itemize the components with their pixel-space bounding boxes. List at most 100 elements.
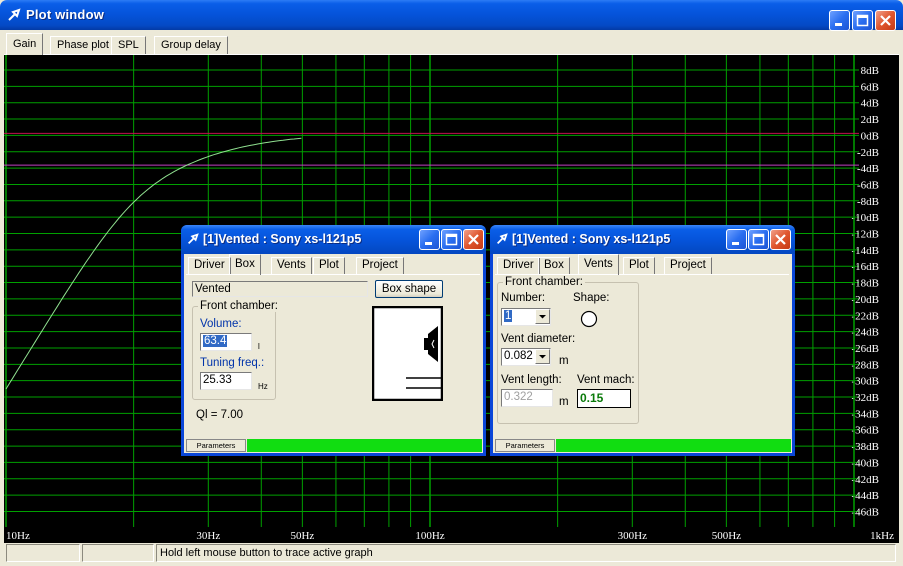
tab-driver[interactable]: Driver [188, 257, 231, 274]
status-panel-2 [82, 544, 154, 562]
y-tick-label: -38dB [852, 441, 880, 453]
y-tick-label: 0dB [861, 130, 879, 142]
vent-mach-label: Vent mach: [577, 374, 635, 386]
y-tick-label: -24dB [852, 327, 880, 339]
box-dialog-title: [1]Vented : Sony xs-l121p5 [203, 232, 362, 246]
tab-vents[interactable]: Vents [271, 257, 312, 274]
x-tick-label: 100Hz [415, 530, 444, 542]
y-tick-label: 8dB [861, 65, 879, 77]
vents-dialog-body: Driver Box Vents Plot Project Front cham… [493, 254, 792, 453]
close-icon [880, 15, 891, 26]
vent-diameter-unit: m [559, 355, 569, 367]
number-select[interactable]: 1 [501, 308, 551, 326]
maximize-icon [856, 14, 869, 27]
minimize-button[interactable] [829, 10, 850, 31]
tab-plot[interactable]: Plot [623, 257, 655, 274]
box-type-field: Vented [192, 281, 368, 297]
box-dialog-tabs: Driver Box Vents Plot Project [186, 254, 480, 275]
vents-dialog[interactable]: [1]Vented : Sony xs-l121p5 Driver Box Ve… [490, 225, 795, 456]
maximize-icon [752, 233, 765, 246]
vents-dialog-titlebar[interactable]: [1]Vented : Sony xs-l121p5 [490, 225, 795, 254]
status-bar: Hold left mouse button to trace active g… [4, 543, 899, 563]
box-shape-preview [372, 306, 443, 401]
tab-plot[interactable]: Plot [313, 257, 345, 274]
vents-dialog-close-button[interactable] [770, 229, 791, 250]
y-tick-label: -40dB [852, 457, 880, 469]
number-dropdown-button[interactable] [535, 309, 550, 324]
box-dialog-maximize-button[interactable] [441, 229, 462, 250]
y-tick-label: 6dB [861, 81, 879, 93]
tab-group-delay[interactable]: Group delay [154, 36, 228, 54]
shape-label: Shape: [573, 292, 610, 304]
tab-box[interactable]: Box [538, 257, 570, 274]
app-icon [8, 8, 21, 21]
title-bar[interactable]: Plot window [0, 0, 903, 31]
y-tick-label: -2dB [857, 147, 879, 159]
tuning-freq-input[interactable]: 25.33 [200, 372, 252, 390]
progress-bar [247, 439, 482, 452]
vents-dialog-tabs: Driver Box Vents Plot Project [495, 254, 789, 275]
y-tick-label: -44dB [852, 490, 880, 502]
tab-vents[interactable]: Vents [578, 254, 619, 275]
minimize-icon [835, 23, 842, 26]
parameters-tab[interactable]: Parameters [186, 439, 246, 452]
box-dialog-bottombar: Parameters [184, 438, 483, 453]
x-tick-label: 300Hz [618, 530, 647, 542]
x-tick-label: 500Hz [712, 530, 741, 542]
close-icon [468, 234, 479, 245]
y-tick-label: -20dB [852, 294, 880, 306]
y-tick-label: -22dB [852, 310, 880, 322]
y-tick-label: -30dB [852, 376, 880, 388]
vents-dialog-title: [1]Vented : Sony xs-l121p5 [512, 232, 671, 246]
y-tick-label: -12dB [852, 229, 880, 241]
tab-driver[interactable]: Driver [497, 257, 540, 274]
vents-front-chamber-label: Front chamber: [503, 276, 585, 288]
dialog-icon [188, 233, 199, 244]
tab-phase-plot[interactable]: Phase plot [50, 36, 116, 54]
box-dialog-close-button[interactable] [463, 229, 484, 250]
vent-length-unit: m [559, 396, 569, 408]
box-shape-button[interactable]: Box shape [375, 280, 443, 298]
y-tick-label: -10dB [852, 212, 880, 224]
vents-dialog-maximize-button[interactable] [748, 229, 769, 250]
tab-gain[interactable]: Gain [6, 33, 44, 55]
close-icon [775, 234, 786, 245]
ql-value: Ql = 7.00 [196, 409, 243, 421]
volume-input[interactable]: 63.4 [200, 333, 252, 351]
x-tick-label: 50Hz [290, 530, 314, 542]
close-button[interactable] [875, 10, 896, 31]
volume-value: 63.4 [203, 335, 228, 347]
y-tick-label: -6dB [857, 179, 879, 191]
vent-length-label: Vent length: [501, 374, 562, 386]
dialog-icon [497, 233, 508, 244]
y-tick-label: 2dB [861, 114, 879, 126]
y-tick-label: -16dB [852, 261, 880, 273]
box-dialog-minimize-button[interactable] [419, 229, 440, 250]
x-tick-label: 30Hz [196, 530, 220, 542]
vent-diameter-value: 0.082 [504, 350, 533, 362]
box-dialog[interactable]: [1]Vented : Sony xs-l121p5 Driver Box Ve… [181, 225, 486, 456]
chevron-down-icon [539, 315, 546, 319]
y-tick-label: -14dB [852, 245, 880, 257]
vent-diameter-select[interactable]: 0.082 [501, 348, 551, 366]
y-tick-label: -34dB [852, 408, 880, 420]
y-tick-label: 4dB [861, 98, 879, 110]
parameters-tab[interactable]: Parameters [495, 439, 555, 452]
vent-length-input: 0.322 [501, 389, 553, 407]
maximize-button[interactable] [852, 10, 873, 31]
box-dialog-titlebar[interactable]: [1]Vented : Sony xs-l121p5 [181, 225, 486, 254]
minimize-icon [425, 242, 432, 245]
maximize-icon [445, 233, 458, 246]
diameter-dropdown-button[interactable] [535, 349, 550, 364]
chevron-down-icon [539, 355, 546, 359]
y-tick-label: -26dB [852, 343, 880, 355]
tab-spl[interactable]: SPL [111, 36, 146, 54]
tab-box[interactable]: Box [229, 254, 261, 275]
round-vent-shape-icon[interactable] [580, 310, 598, 328]
y-tick-label: -28dB [852, 359, 880, 371]
tab-project[interactable]: Project [664, 257, 712, 274]
tab-project[interactable]: Project [356, 257, 404, 274]
plot-tabstrip: Gain Phase plot SPL Group delay [4, 33, 899, 55]
vents-dialog-minimize-button[interactable] [726, 229, 747, 250]
number-value: 1 [504, 310, 513, 322]
